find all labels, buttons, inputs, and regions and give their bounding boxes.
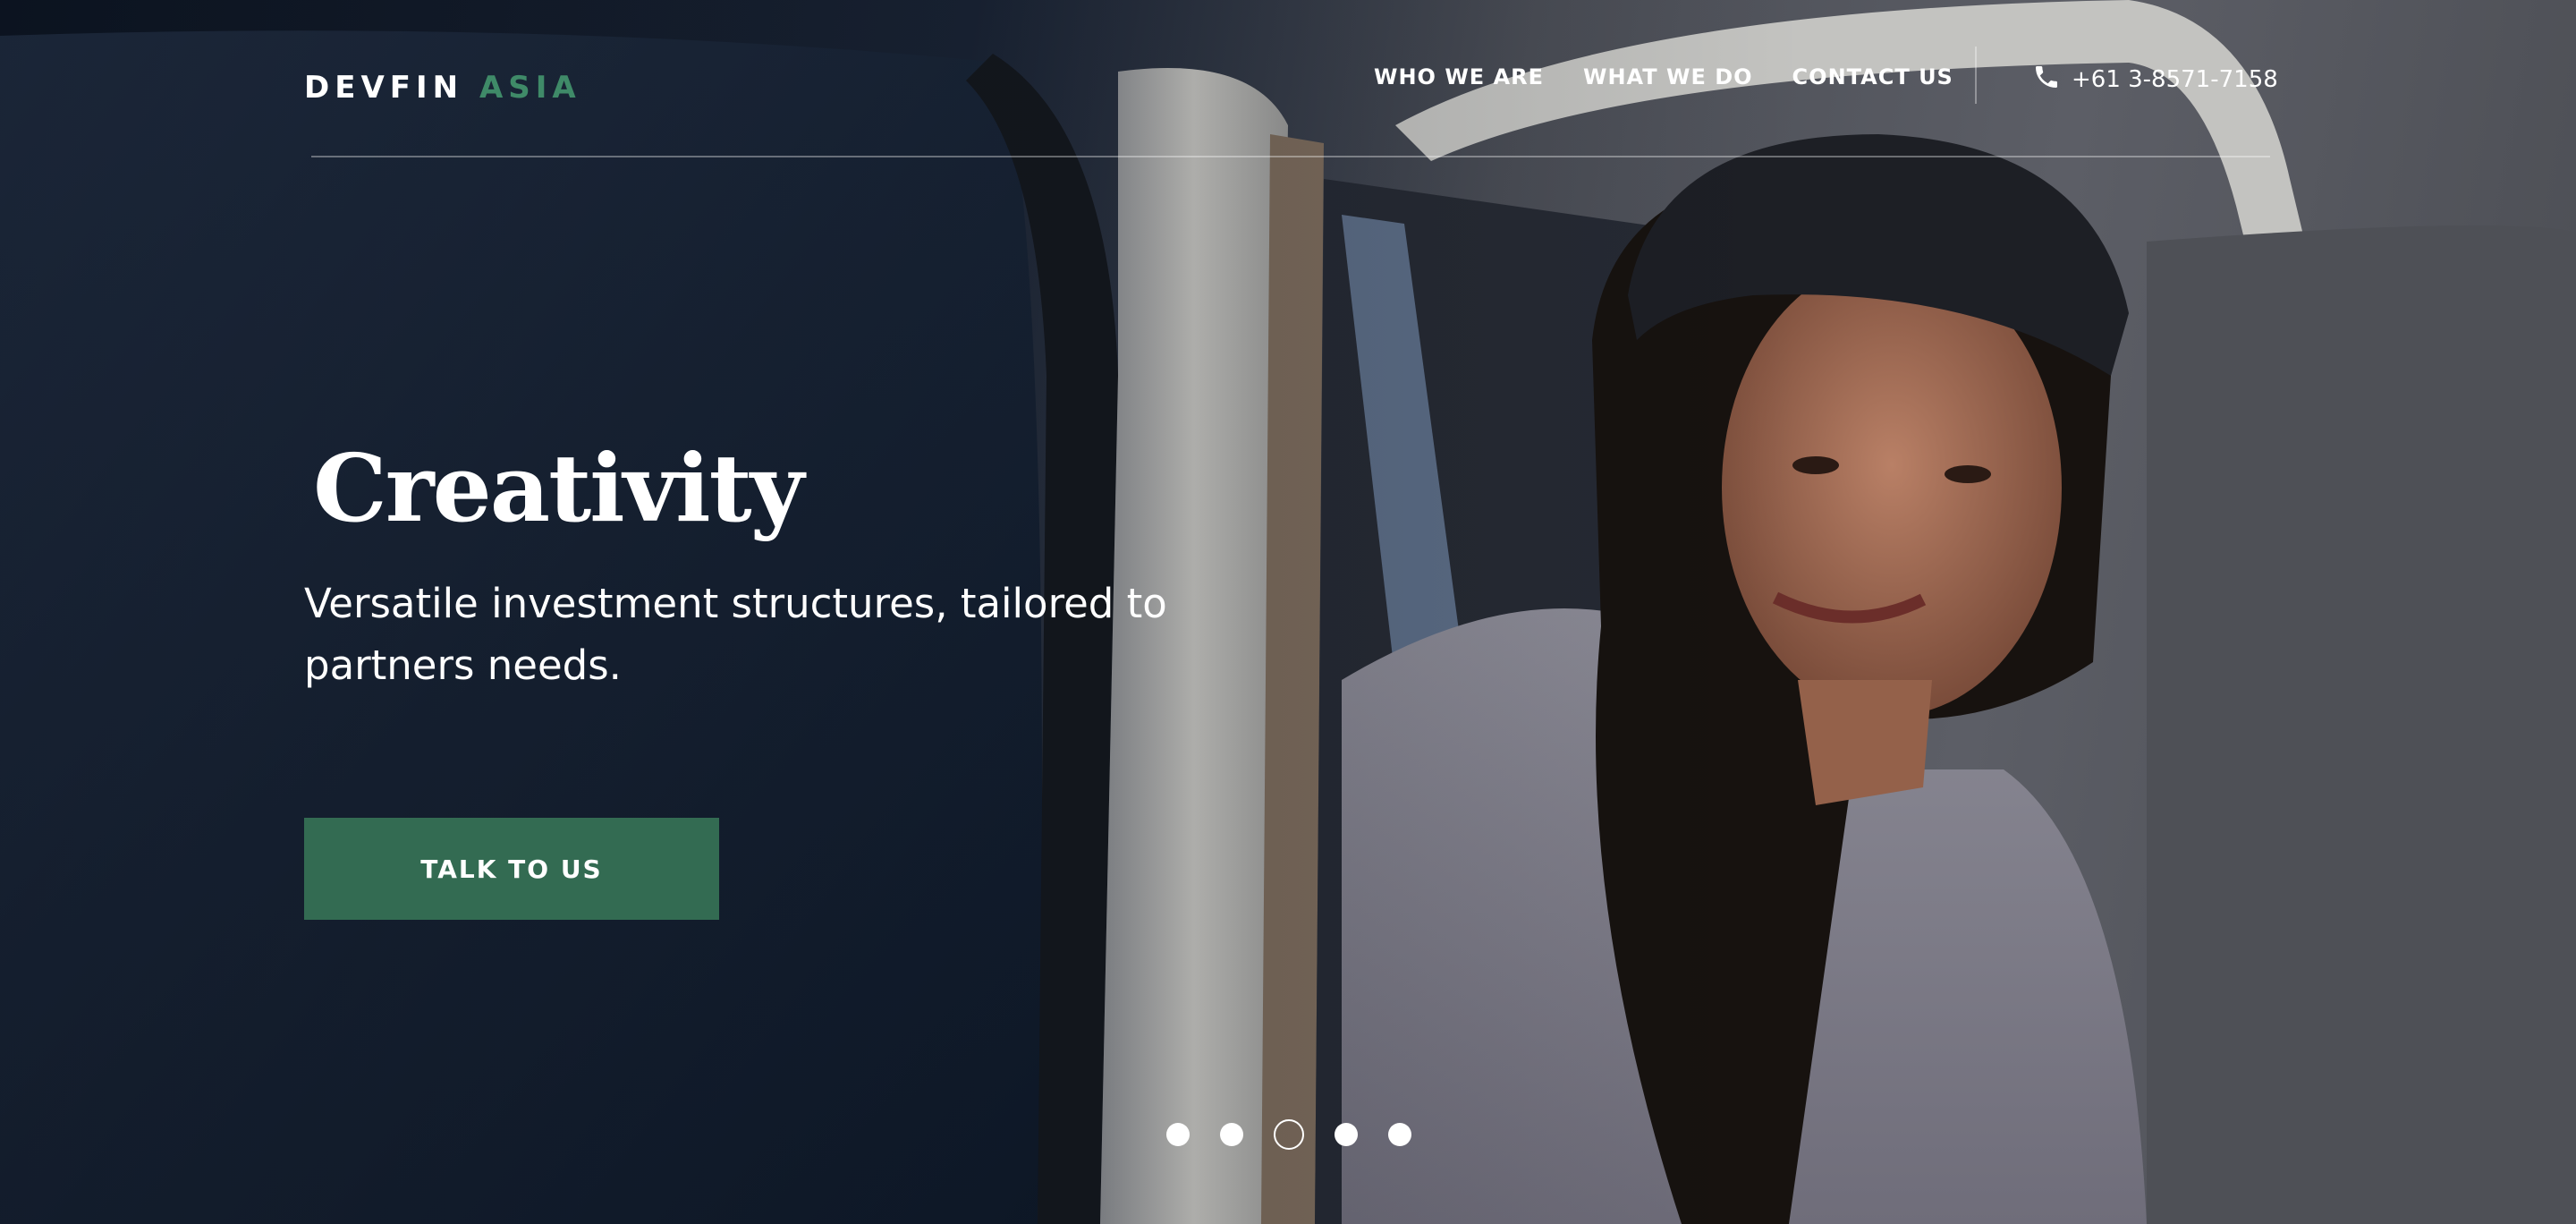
hero-subline: Versatile investment structures, tailore… (304, 580, 1167, 689)
hero-headline: Creativity (313, 433, 804, 543)
talk-to-us-button[interactable]: TALK TO US (304, 818, 719, 920)
site-header: DEVFIN ASIA WHO WE ARE WHAT WE DO CONTAC… (304, 0, 2278, 157)
phone-icon (2032, 63, 2061, 96)
carousel-dot-3[interactable] (1274, 1119, 1304, 1150)
carousel-dot-2[interactable] (1220, 1123, 1243, 1146)
carousel-dot-5[interactable] (1388, 1123, 1411, 1146)
carousel-dot-1[interactable] (1166, 1123, 1190, 1146)
header-divider (311, 156, 2270, 157)
carousel-dots (1166, 1119, 1411, 1150)
brand-accent: ASIA (479, 70, 581, 106)
brand-logo[interactable]: DEVFIN ASIA (304, 70, 581, 106)
carousel-dot-4[interactable] (1335, 1123, 1358, 1146)
nav-what-we-do[interactable]: WHAT WE DO (1583, 64, 1753, 89)
main-nav: WHO WE ARE WHAT WE DO CONTACT US (1374, 64, 1953, 89)
brand-name: DEVFIN (304, 70, 464, 106)
phone-contact[interactable]: +61 3-8571-7158 (2032, 63, 2278, 96)
nav-who-we-are[interactable]: WHO WE ARE (1374, 64, 1544, 89)
nav-divider (1975, 47, 1977, 104)
nav-contact-us[interactable]: CONTACT US (1792, 64, 1953, 89)
phone-number: +61 3-8571-7158 (2072, 65, 2278, 93)
